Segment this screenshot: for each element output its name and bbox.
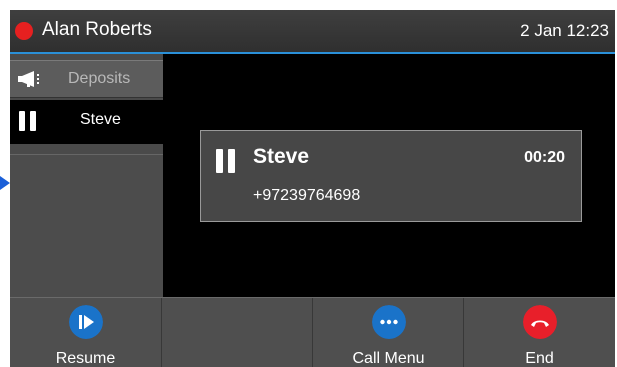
caller-number: +97239764698 <box>253 187 361 204</box>
line-key-label: Steve <box>80 111 121 128</box>
play-icon <box>68 305 103 339</box>
status-bar: Alan Roberts 2 Jan 12:23 <box>10 10 615 54</box>
date-time: 2 Jan 12:23 <box>520 21 609 40</box>
line-key-steve[interactable]: Steve <box>10 100 163 144</box>
caller-name: Steve <box>253 145 310 168</box>
phone-screen: Alan Roberts 2 Jan 12:23 Deposits Steve <box>10 10 615 367</box>
presence-status-icon <box>15 22 33 40</box>
resume-button[interactable]: Resume <box>10 298 161 367</box>
line-key-empty[interactable] <box>10 154 163 298</box>
line-key-deposits[interactable]: Deposits <box>10 60 163 98</box>
pause-icon <box>216 149 235 173</box>
softkey-label: End <box>525 350 554 367</box>
megaphone-icon <box>18 71 39 87</box>
call-menu-button[interactable]: Call Menu <box>312 298 464 367</box>
pointer-arrow-icon <box>0 176 10 190</box>
empty-softkey[interactable] <box>161 298 313 367</box>
line-key-label: Deposits <box>68 70 131 87</box>
softkey-bar: Resume Call Menu End <box>10 297 615 367</box>
call-duration: 00:20 <box>524 149 565 166</box>
line-key-panel: Deposits Steve <box>10 54 163 298</box>
softkey-label: Call Menu <box>352 350 425 367</box>
softkey-label: Resume <box>55 350 116 367</box>
user-name: Alan Roberts <box>42 19 152 40</box>
pause-icon <box>19 111 36 131</box>
ellipsis-icon <box>371 305 406 339</box>
held-call-card[interactable]: Steve 00:20 +97239764698 <box>200 130 582 222</box>
hangup-icon <box>522 305 557 339</box>
end-call-button[interactable]: End <box>463 298 615 367</box>
